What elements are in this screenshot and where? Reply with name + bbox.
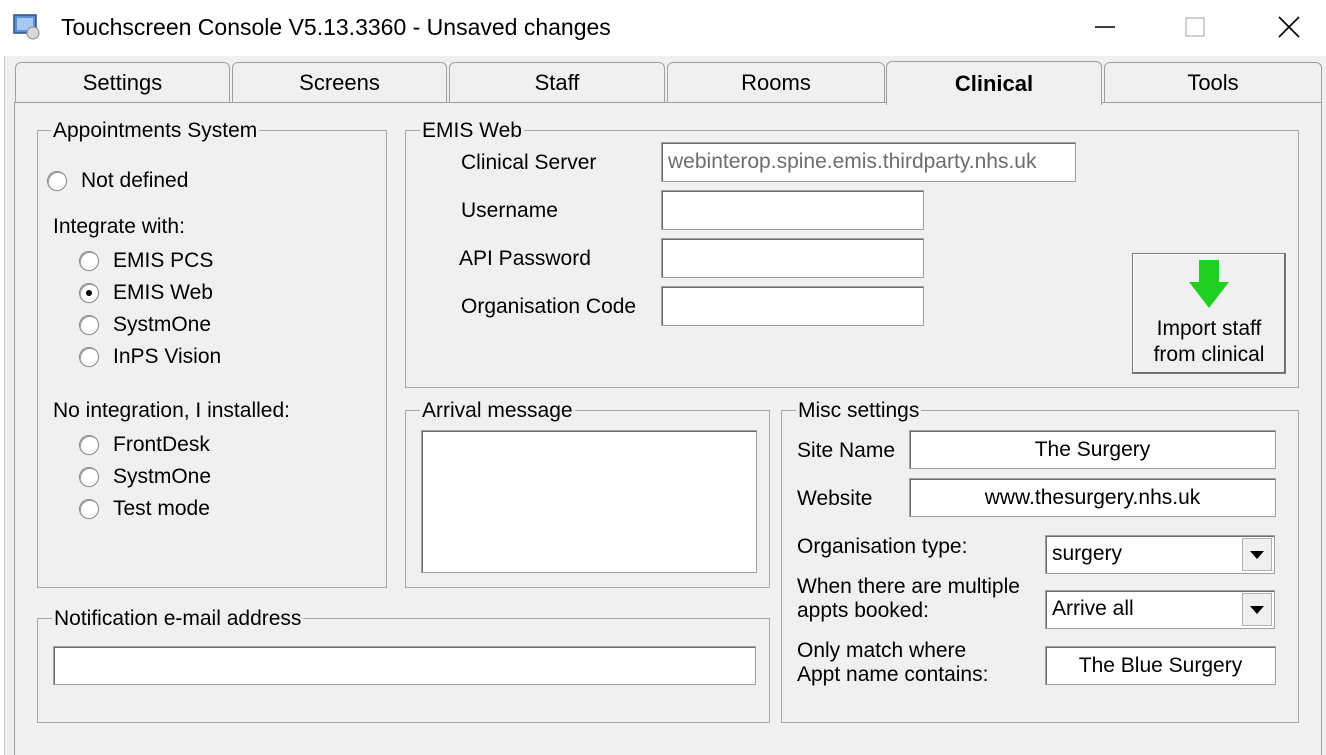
- organisation-type-value: surgery: [1052, 542, 1123, 565]
- radio-label-inps-vision: InPS Vision: [113, 345, 222, 368]
- website-label: Website: [797, 487, 873, 510]
- integrate-with-label: Integrate with:: [53, 215, 185, 238]
- no-integration-label: No integration, I installed:: [53, 399, 290, 422]
- organisation-type-label: Organisation type:: [797, 535, 968, 558]
- tab-settings[interactable]: Settings: [15, 62, 230, 102]
- radio-inps-vision[interactable]: [79, 347, 99, 367]
- tab-clinical[interactable]: Clinical: [886, 61, 1102, 105]
- import-staff-label-line1: Import staff: [1156, 317, 1262, 340]
- website-field[interactable]: www.thesurgery.nhs.uk: [909, 478, 1276, 517]
- multiple-appts-label-line2: appts booked:: [797, 599, 929, 622]
- notification-email-field[interactable]: [53, 646, 756, 685]
- radio-systmone-installed[interactable]: [79, 467, 99, 487]
- down-arrow-icon: [1189, 260, 1229, 308]
- multiple-appts-label: When there are multiple appts booked:: [797, 575, 1020, 623]
- close-button[interactable]: [1266, 8, 1312, 46]
- radio-emis-web[interactable]: [79, 283, 99, 303]
- maximize-icon: [1185, 17, 1205, 37]
- maximize-button[interactable]: [1172, 8, 1218, 46]
- radio-selected-dot: [86, 290, 92, 296]
- tab-screens[interactable]: Screens: [232, 62, 447, 102]
- username-label: Username: [461, 199, 558, 222]
- organisation-code-field[interactable]: [661, 286, 924, 326]
- misc-settings-title: Misc settings: [796, 399, 922, 422]
- site-name-label: Site Name: [797, 439, 896, 462]
- tab-rooms[interactable]: Rooms: [667, 62, 885, 102]
- tab-label: Clinical: [954, 70, 1034, 96]
- radio-label-frontdesk: FrontDesk: [113, 433, 210, 456]
- multiple-appts-value: Arrive all: [1052, 597, 1134, 620]
- multiple-appts-dropdown-button[interactable]: [1242, 593, 1272, 626]
- arrival-message-textarea[interactable]: [421, 430, 757, 573]
- tab-label: Tools: [1187, 69, 1239, 95]
- console-app-icon: [12, 12, 42, 42]
- close-icon: [1278, 16, 1300, 38]
- radio-label-systmone-integrate: SystmOne: [113, 313, 212, 336]
- multiple-appts-label-line1: When there are multiple: [797, 575, 1020, 598]
- organisation-code-label: Organisation Code: [461, 295, 637, 318]
- clinical-server-label: Clinical Server: [461, 151, 597, 174]
- notification-email-title: Notification e-mail address: [52, 607, 304, 630]
- radio-label-emis-pcs: EMIS PCS: [113, 249, 214, 272]
- tab-label: Screens: [299, 69, 380, 95]
- emis-web-title: EMIS Web: [420, 119, 524, 142]
- appt-name-match-label: Only match where Appt name contains:: [797, 639, 988, 687]
- window-title: Touchscreen Console V5.13.3360 - Unsaved…: [61, 14, 611, 40]
- radio-systmone-integrate[interactable]: [79, 315, 99, 335]
- dropdown-arrow-icon: [1250, 605, 1264, 614]
- tab-label: Rooms: [741, 69, 811, 95]
- api-password-field[interactable]: [661, 238, 924, 278]
- api-password-label: API Password: [459, 247, 591, 270]
- tab-label: Staff: [534, 69, 580, 95]
- radio-frontdesk[interactable]: [79, 435, 99, 455]
- arrival-message-title: Arrival message: [420, 399, 575, 422]
- radio-label-test-mode: Test mode: [113, 497, 210, 520]
- radio-test-mode[interactable]: [79, 499, 99, 519]
- site-name-field[interactable]: The Surgery: [909, 430, 1276, 469]
- dropdown-arrow-icon: [1250, 550, 1264, 559]
- radio-label-emis-web: EMIS Web: [113, 281, 213, 304]
- tab-label: Settings: [82, 69, 163, 95]
- username-field[interactable]: [661, 190, 924, 230]
- radio-label-not-defined: Not defined: [81, 169, 189, 192]
- appt-name-match-label-line2: Appt name contains:: [797, 663, 989, 686]
- radio-label-systmone-installed: SystmOne: [113, 465, 212, 488]
- multiple-appts-select[interactable]: Arrive all: [1045, 590, 1275, 629]
- appt-name-match-field[interactable]: The Blue Surgery: [1045, 646, 1276, 685]
- organisation-type-dropdown-button[interactable]: [1242, 538, 1272, 571]
- import-staff-button[interactable]: Import staff from clinical: [1132, 253, 1286, 374]
- import-staff-label-line2: from clinical: [1153, 343, 1265, 366]
- tab-tools[interactable]: Tools: [1104, 62, 1322, 102]
- clinical-server-field[interactable]: webinterop.spine.emis.thirdparty.nhs.uk: [661, 142, 1076, 182]
- import-staff-label: Import staff from clinical: [1133, 316, 1285, 368]
- minimize-icon: [1095, 26, 1115, 28]
- tab-staff[interactable]: Staff: [449, 62, 665, 102]
- radio-emis-pcs[interactable]: [79, 251, 99, 271]
- radio-not-defined[interactable]: [47, 171, 67, 191]
- appointments-system-title: Appointments System: [51, 119, 260, 142]
- appt-name-match-label-line1: Only match where: [797, 639, 967, 662]
- minimize-button[interactable]: [1082, 8, 1128, 46]
- organisation-type-select[interactable]: surgery: [1045, 535, 1275, 574]
